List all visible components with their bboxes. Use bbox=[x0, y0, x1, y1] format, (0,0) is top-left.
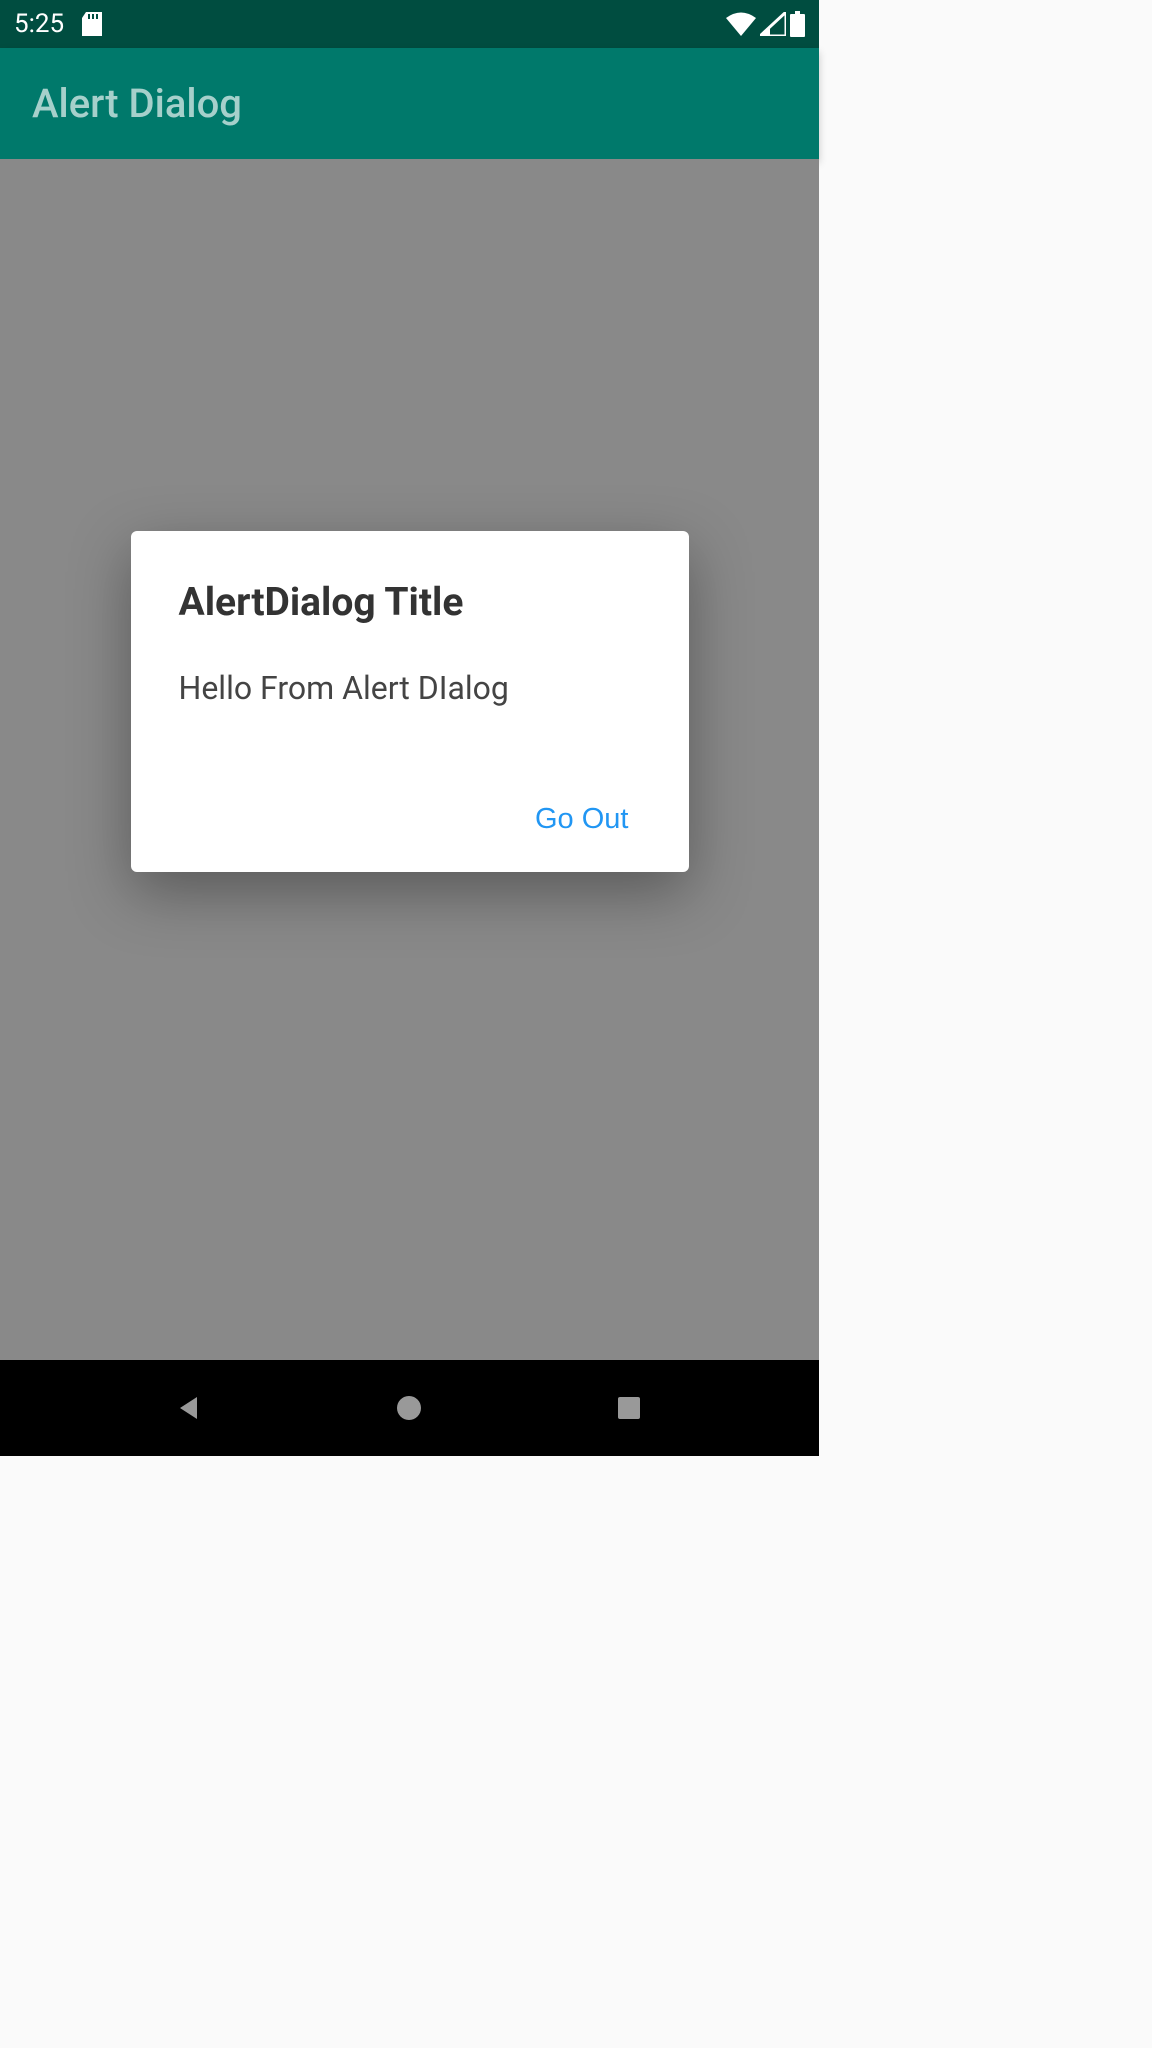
wifi-icon bbox=[726, 12, 756, 36]
navigation-bar bbox=[0, 1360, 819, 1456]
back-button[interactable] bbox=[165, 1383, 215, 1433]
status-bar: 5:25 bbox=[0, 0, 819, 48]
recents-button[interactable] bbox=[604, 1383, 654, 1433]
cell-signal-icon bbox=[760, 12, 786, 36]
dialog-message: Hello From Alert DIalog bbox=[179, 669, 641, 707]
content-area: AlertDialog Title Hello From Alert DIalo… bbox=[0, 159, 819, 1360]
status-time: 5:25 bbox=[14, 9, 64, 39]
app-bar: Alert Dialog bbox=[0, 48, 819, 159]
go-out-button[interactable]: Go Out bbox=[523, 795, 641, 844]
status-right bbox=[726, 11, 805, 37]
back-icon bbox=[175, 1393, 205, 1423]
dialog-actions: Go Out bbox=[179, 795, 641, 844]
alert-dialog: AlertDialog Title Hello From Alert DIalo… bbox=[131, 531, 689, 872]
status-left: 5:25 bbox=[14, 9, 102, 39]
home-button[interactable] bbox=[384, 1383, 434, 1433]
app-bar-title: Alert Dialog bbox=[32, 80, 242, 127]
home-icon bbox=[395, 1394, 423, 1422]
recents-icon bbox=[616, 1395, 642, 1421]
battery-icon bbox=[790, 11, 805, 37]
dialog-title: AlertDialog Title bbox=[179, 579, 641, 625]
sd-card-icon bbox=[82, 12, 102, 36]
